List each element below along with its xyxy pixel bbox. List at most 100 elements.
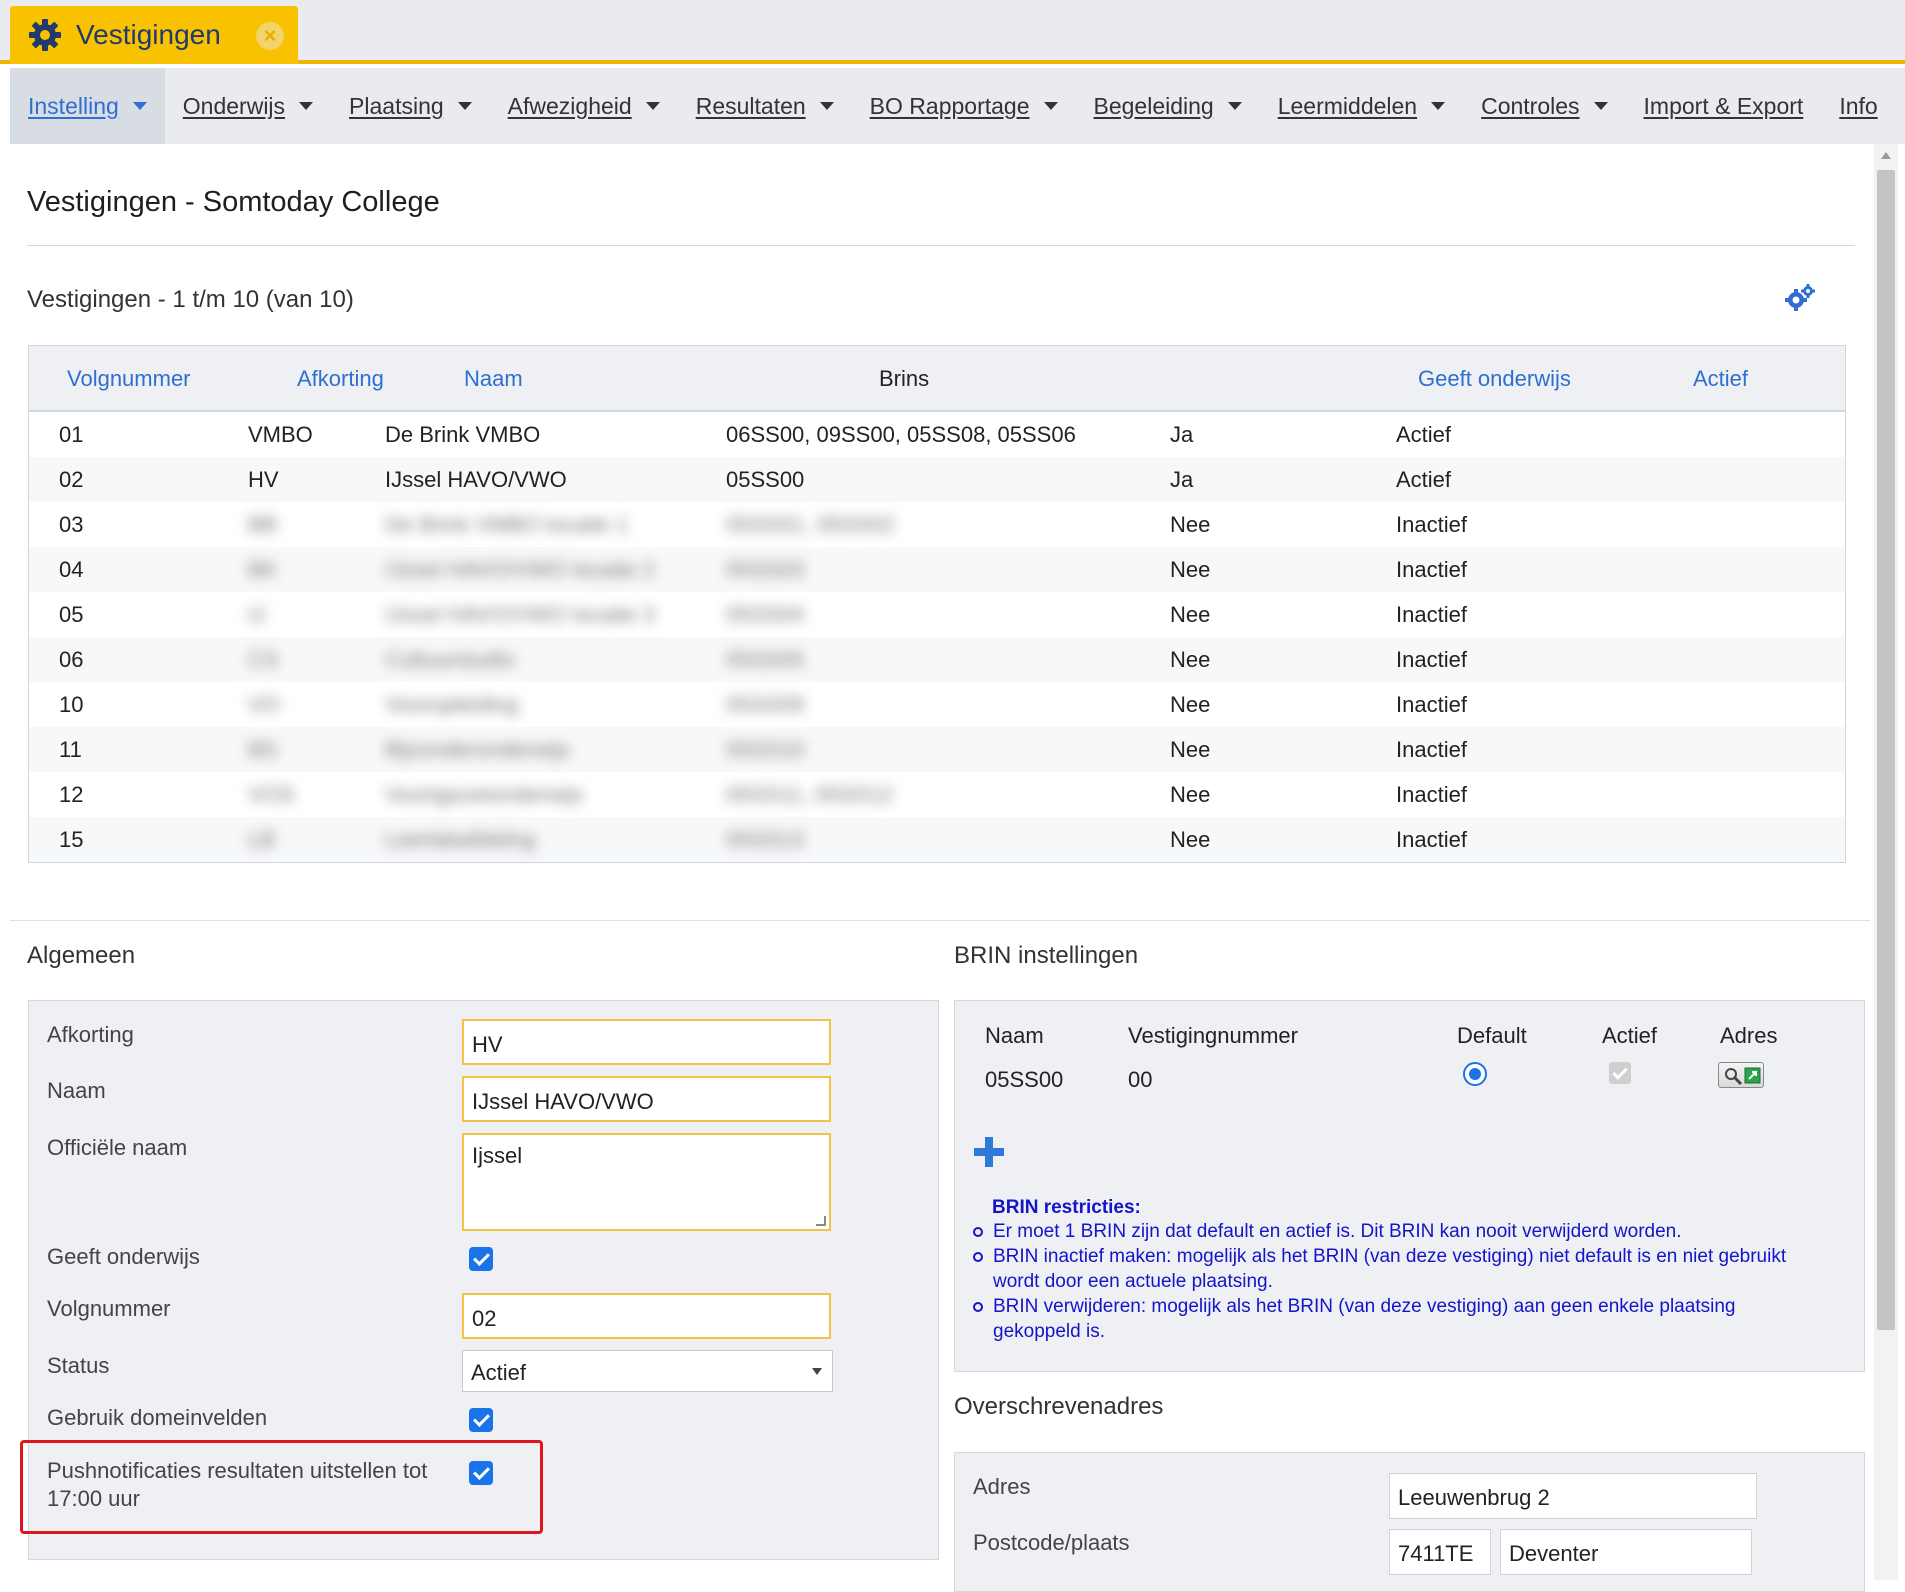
cell-naam: IJssel HAVO/VWO locatie 3: [385, 602, 655, 627]
postcode-input[interactable]: 7411TE: [1389, 1529, 1491, 1575]
highlight-box: [20, 1440, 543, 1534]
table-row[interactable]: 12 VOS Voortgezetonderwijs 05SS11, 05SS12 Ne…: [29, 772, 1845, 817]
cell-brins: 05SS00: [726, 467, 805, 492]
officiele-naam-textarea[interactable]: Ijssel: [462, 1133, 831, 1231]
table-row[interactable]: 01 VMBO De Brink VMBO 06SS00, 09SS00, 05SS0…: [29, 412, 1845, 457]
officiele-naam-value: Ijssel: [472, 1143, 523, 1168]
add-brin-plus-icon[interactable]: [972, 1135, 1006, 1169]
cell-afkorting: VO: [248, 692, 280, 717]
naam-input[interactable]: IJssel HAVO/VWO: [462, 1076, 831, 1122]
cell-afkorting: VOS: [248, 782, 295, 807]
close-icon[interactable]: ×: [256, 22, 284, 50]
cell-volgnummer: 06: [59, 647, 84, 672]
cell-naam: Voortgezetonderwijs: [385, 782, 584, 807]
section-title-algemeen: Algemeen: [27, 942, 136, 969]
gebruik-domeinvelden-checkbox[interactable]: [469, 1408, 493, 1432]
scroll-thumb[interactable]: [1877, 170, 1895, 1330]
chevron-down-icon: [645, 102, 660, 110]
cell-geeft: Nee: [1170, 827, 1211, 852]
cell-afkorting: CS: [248, 647, 279, 672]
menu-item-leermiddelen[interactable]: Leermiddelen: [1260, 68, 1463, 144]
col-header-geeft-onderwijs[interactable]: Geeft onderwijs: [1418, 366, 1571, 392]
table-row[interactable]: 10 VO Vooropleiding 05SS09 Nee Inactief: [29, 682, 1845, 727]
table-row[interactable]: 03 BB De Brink VMBO locatie 1 05SS01, 05SS0…: [29, 502, 1845, 547]
cell-afkorting: BK: [248, 557, 278, 582]
cell-actief: Inactief: [1396, 737, 1467, 762]
table-row[interactable]: 04 BK IJssel HAVO/VWO locatie 2 05SS03 Nee In…: [29, 547, 1845, 592]
table-row[interactable]: 15 LB Leerlabafdeling 05SS13 Nee Inactief: [29, 817, 1845, 862]
table-row[interactable]: 11 BS Bijzonderonderwijs 05SS10 Nee Inactief: [29, 727, 1845, 772]
restriction-item: BRIN inactief maken: mogelijk als het BR…: [973, 1244, 1815, 1294]
tab-title: Vestigingen: [76, 19, 221, 50]
menu-item-label: Import & Export: [1643, 92, 1804, 119]
cell-volgnummer: 05: [59, 602, 84, 627]
brin-col-default: Default: [1457, 1023, 1527, 1048]
cell-afkorting: HV: [248, 467, 279, 492]
menu-item-import-export[interactable]: Import & Export: [1626, 68, 1822, 144]
menu-item-instelling[interactable]: Instelling: [10, 68, 165, 144]
col-header-afkorting[interactable]: Afkorting: [297, 366, 384, 392]
cell-actief: Inactief: [1396, 782, 1467, 807]
cell-actief: Actief: [1396, 467, 1452, 492]
table-body: 01 VMBO De Brink VMBO 06SS00, 09SS00, 05SS0…: [29, 412, 1845, 862]
cell-naam: IJssel HAVO/VWO: [385, 467, 567, 492]
menu-item-controles[interactable]: Controles: [1463, 68, 1625, 144]
section-title-overschrevenadres: Overschrevenadres: [954, 1393, 1164, 1420]
afkorting-input[interactable]: HV: [462, 1019, 831, 1065]
col-header-volgnummer[interactable]: Volgnummer: [67, 366, 191, 392]
page-title: Vestigingen - Somtoday College: [27, 186, 440, 218]
cell-actief: Inactief: [1396, 827, 1467, 852]
cell-brins: 05SS13: [726, 827, 805, 852]
menu-item-label: Afwezigheid: [507, 92, 632, 119]
cell-brins: 05SS04: [726, 602, 805, 627]
menu-item-begeleiding[interactable]: Begeleiding: [1076, 68, 1260, 144]
cell-geeft: Ja: [1170, 422, 1194, 447]
restriction-item: Er moet 1 BRIN zijn dat default en actie…: [973, 1219, 1815, 1244]
label-adres: Adres: [973, 1474, 1031, 1499]
scroll-up-arrow-icon[interactable]: [1881, 152, 1891, 159]
section-title-brin: BRIN instellingen: [954, 942, 1139, 969]
brin-default-radio[interactable]: [1463, 1062, 1487, 1086]
cell-geeft: Nee: [1170, 557, 1211, 582]
menu-item-afwezigheid[interactable]: Afwezigheid: [490, 68, 678, 144]
cell-geeft: Nee: [1170, 602, 1211, 627]
brin-restrictions-list: Er moet 1 BRIN zijn dat default en actie…: [973, 1219, 1815, 1344]
resize-grip-icon[interactable]: [816, 1216, 826, 1226]
adres-input[interactable]: Leeuwenbrug 2: [1389, 1473, 1757, 1519]
menu-item-resultaten[interactable]: Resultaten: [678, 68, 852, 144]
settings-gears-icon[interactable]: [1784, 283, 1816, 313]
cell-afkorting: LB: [248, 827, 275, 852]
table-row[interactable]: 05 IJ IJssel HAVO/VWO locatie 3 05SS04 Nee In…: [29, 592, 1845, 637]
brin-restrictions-title: BRIN restricties:: [992, 1197, 1141, 1218]
brin-actief-checkbox: [1609, 1062, 1631, 1084]
col-header-naam[interactable]: Naam: [464, 366, 523, 392]
label-naam: Naam: [47, 1078, 106, 1103]
status-select[interactable]: Actief: [462, 1350, 833, 1392]
brin-col-vestigingnummer: Vestigingnummer: [1128, 1023, 1298, 1048]
geeft-onderwijs-checkbox[interactable]: [469, 1247, 493, 1271]
volgnummer-input[interactable]: 02: [462, 1293, 831, 1339]
tab-vestigingen[interactable]: Vestigingen ×: [10, 6, 298, 64]
cell-naam: IJssel HAVO/VWO locatie 2: [385, 557, 655, 582]
chevron-down-icon: [299, 102, 314, 110]
cell-volgnummer: 11: [59, 737, 82, 762]
menu-item-onderwijs[interactable]: Onderwijs: [165, 68, 331, 144]
cell-naam: Vooropleiding: [385, 692, 519, 717]
col-header-actief[interactable]: Actief: [1693, 366, 1748, 392]
label-postcode-plaats: Postcode/plaats: [973, 1530, 1130, 1555]
menu-item-info[interactable]: Info: [1821, 68, 1895, 144]
table-row[interactable]: 02 HV IJssel HAVO/VWO 05SS00 Ja Actief: [29, 457, 1845, 502]
cell-brins: 05SS10: [726, 737, 805, 762]
menu-item-bo-rapportage[interactable]: BO Rapportage: [852, 68, 1076, 144]
cell-brins: 05SS03: [726, 557, 805, 582]
brin-col-naam: Naam: [985, 1023, 1044, 1048]
address-lookup-icon[interactable]: [1718, 1062, 1764, 1088]
page-scrollbar[interactable]: [1874, 144, 1898, 1580]
plaats-input[interactable]: Deventer: [1500, 1529, 1752, 1575]
cell-naam: Cultuurstudio: [385, 647, 515, 672]
menu-item-plaatsing[interactable]: Plaatsing: [331, 68, 490, 144]
brin-naam-value: 05SS00: [985, 1067, 1064, 1092]
label-geeft-onderwijs: Geeft onderwijs: [47, 1244, 200, 1269]
table-row[interactable]: 06 CS Cultuurstudio 05SS05 Nee Inactief: [29, 637, 1845, 682]
brin-vestigingnummer-value: 00: [1128, 1067, 1153, 1092]
